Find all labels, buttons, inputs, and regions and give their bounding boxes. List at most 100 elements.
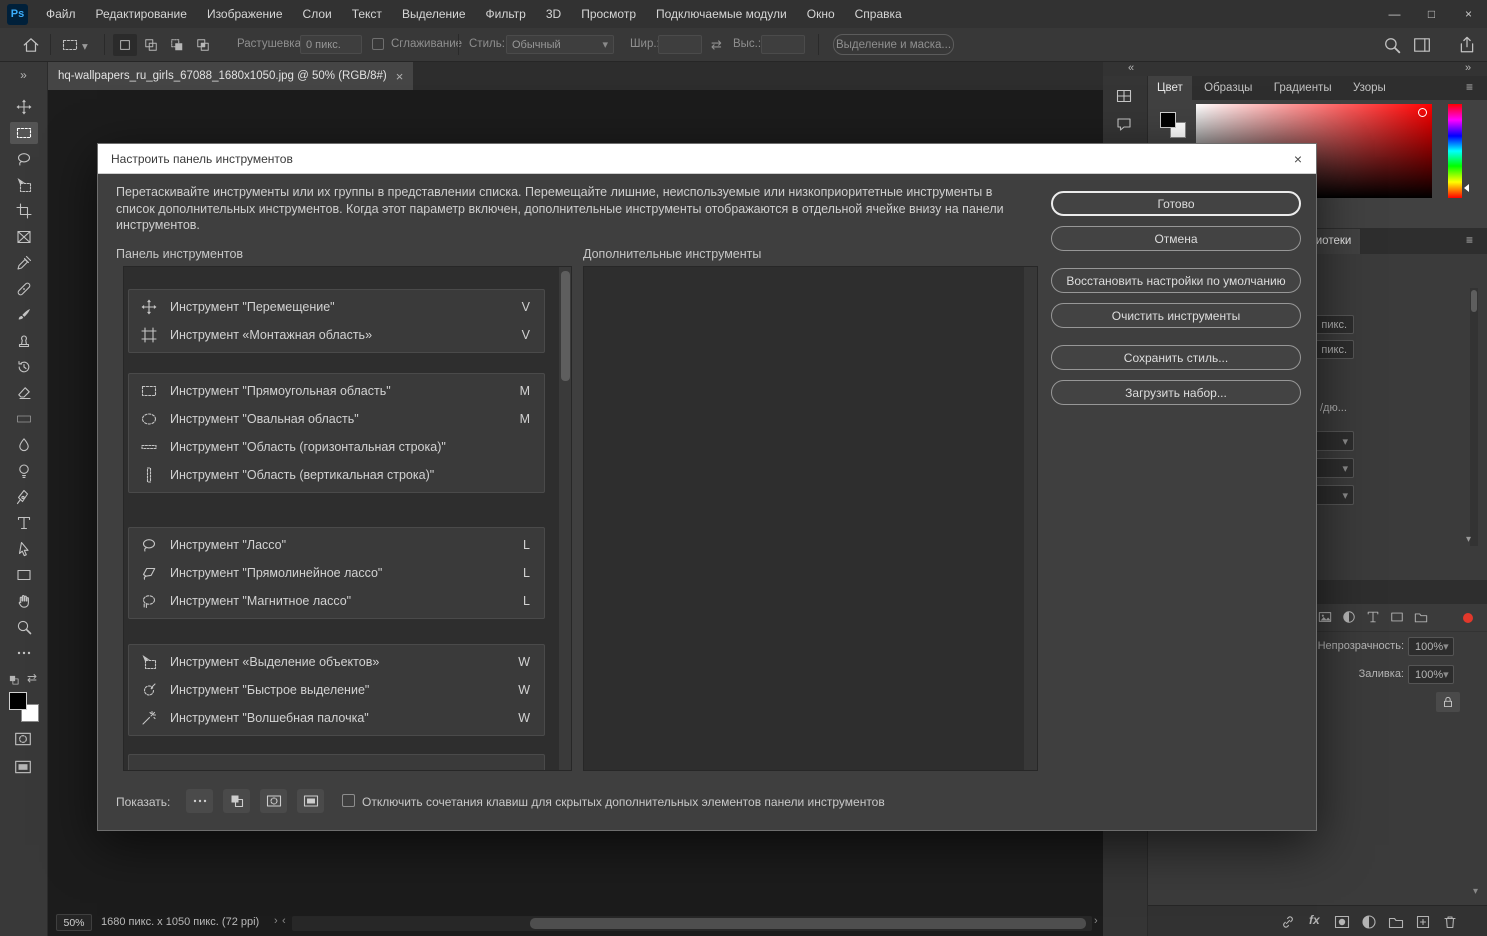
collapse-panels-icon[interactable]: » (1465, 62, 1471, 74)
delete-layer-icon[interactable] (1442, 914, 1458, 930)
pen-tool[interactable] (0, 484, 48, 510)
menu-plugins[interactable]: Подключаемые модули (646, 0, 797, 28)
history-brush-tool[interactable] (0, 354, 48, 380)
antialias-checkbox[interactable] (372, 38, 384, 50)
panel-menu-icon[interactable]: ≡ (1466, 233, 1473, 247)
eyedropper-tool[interactable] (0, 250, 48, 276)
tool-row[interactable]: Инструмент "Область (вертикальная строка… (129, 461, 544, 489)
tool-row[interactable]: Инструмент "Магнитное лассо" L (129, 587, 544, 615)
tool-row[interactable]: Инструмент "Перемещение" V (129, 293, 544, 321)
close-document-icon[interactable]: × (396, 69, 404, 84)
menu-image[interactable]: Изображение (197, 0, 293, 28)
save-preset-button[interactable]: Сохранить стиль... (1051, 345, 1301, 370)
horizontal-scrollbar-thumb[interactable] (530, 918, 1086, 929)
hand-tool[interactable] (0, 588, 48, 614)
show-edit-toolbar-button[interactable] (186, 789, 213, 813)
scroll-down-icon[interactable]: ▾ (1466, 534, 1471, 545)
panel-scrollbar-thumb[interactable] (1471, 290, 1477, 312)
new-layer-icon[interactable] (1415, 914, 1431, 930)
dodge-tool[interactable] (0, 458, 48, 484)
scroll-left-icon[interactable]: ‹ (282, 915, 286, 927)
tool-row[interactable]: Инструмент "Область (горизонтальная стро… (129, 433, 544, 461)
tool-row[interactable]: Инструмент "Прямоугольная область" M (129, 377, 544, 405)
crop-tool[interactable] (0, 198, 48, 224)
rectangular-marquee-tool[interactable] (0, 120, 48, 146)
path-selection-tool[interactable] (0, 536, 48, 562)
swap-dimensions-icon[interactable]: ⇄ (711, 37, 722, 53)
comments-icon[interactable] (1116, 116, 1132, 132)
healing-brush-tool[interactable] (0, 276, 48, 302)
tool-row[interactable]: Инструмент "Прямолинейное лассо" L (129, 559, 544, 587)
blur-tool[interactable] (0, 432, 48, 458)
disable-shortcuts-checkbox[interactable] (342, 794, 355, 807)
adjustment-layer-icon[interactable] (1361, 914, 1377, 930)
foreground-color-swatch[interactable] (9, 692, 27, 710)
tool-preset-chevron-icon[interactable]: ▾ (82, 39, 88, 53)
cancel-button[interactable]: Отмена (1051, 226, 1301, 251)
menu-view[interactable]: Просмотр (571, 0, 646, 28)
screen-mode-icon[interactable] (14, 758, 32, 776)
panel-scrollbar[interactable] (1470, 288, 1478, 546)
share-icon[interactable] (1458, 36, 1476, 54)
document-tab[interactable]: hq-wallpapers_ru_girls_67088_1680x1050.j… (48, 62, 414, 90)
edit-toolbar-icon[interactable] (0, 640, 48, 666)
fill-field[interactable]: 100% ▾ (1408, 665, 1454, 684)
show-quick-mask-button[interactable] (260, 789, 287, 813)
type-tool[interactable] (0, 510, 48, 536)
search-icon[interactable] (1383, 36, 1401, 54)
panel-grid-icon[interactable] (1116, 88, 1132, 104)
menu-help[interactable]: Справка (845, 0, 912, 28)
hue-slider[interactable] (1448, 104, 1462, 198)
opacity-field[interactable]: 100% ▾ (1408, 637, 1454, 656)
scroll-down-icon[interactable]: ▾ (1473, 886, 1478, 897)
filter-adjustment-layers-icon[interactable] (1342, 610, 1356, 624)
tab-color[interactable]: Цвет (1148, 76, 1192, 100)
foreground-background-colors[interactable] (9, 692, 41, 724)
tab-gradients[interactable]: Градиенты (1265, 76, 1341, 100)
tool-preset-icon[interactable] (62, 37, 78, 53)
maximize-button[interactable]: □ (1413, 0, 1450, 28)
menu-layers[interactable]: Слои (293, 0, 342, 28)
tool-row[interactable]: Инструмент "Быстрое выделение" W (129, 676, 544, 704)
eraser-tool[interactable] (0, 380, 48, 406)
load-preset-button[interactable]: Загрузить набор... (1051, 380, 1301, 405)
clear-tools-button[interactable]: Очистить инструменты (1051, 303, 1301, 328)
layer-effects-icon[interactable]: fx (1309, 913, 1320, 927)
filter-type-layers-icon[interactable] (1366, 610, 1380, 624)
filter-shape-layers-icon[interactable] (1390, 610, 1404, 624)
layer-filtering-toggle[interactable] (1463, 613, 1473, 623)
style-dropdown[interactable]: Обычный ▾ (506, 35, 614, 54)
rectangle-tool[interactable] (0, 562, 48, 588)
quick-mask-icon[interactable] (14, 730, 32, 748)
tool-row[interactable]: Инструмент "Волшебная палочка" W (129, 704, 544, 732)
home-icon[interactable] (22, 36, 40, 54)
swap-colors-icon[interactable]: ⇄ (27, 671, 37, 685)
add-layer-mask-icon[interactable] (1334, 914, 1350, 930)
show-color-swatches-button[interactable] (223, 789, 250, 813)
dialog-title-bar[interactable]: Настроить панель инструментов × (98, 144, 1316, 174)
default-colors-icon[interactable] (8, 674, 20, 686)
tool-row[interactable]: Инструмент "Овальная область" M (129, 405, 544, 433)
collapse-toolbar-icon[interactable]: » (0, 62, 47, 88)
add-selection-mode-button[interactable] (139, 34, 163, 56)
height-input[interactable] (761, 35, 805, 54)
horizontal-scrollbar[interactable] (292, 916, 1092, 931)
menu-filter[interactable]: Фильтр (476, 0, 536, 28)
feather-input[interactable]: 0 пикс. (300, 35, 362, 54)
tools-list-scrollbar[interactable] (559, 267, 571, 770)
done-button[interactable]: Готово (1051, 191, 1301, 216)
tool-row[interactable]: Инструмент «Выделение объектов» W (129, 648, 544, 676)
new-group-icon[interactable] (1388, 914, 1404, 930)
restore-defaults-button[interactable]: Восстановить настройки по умолчанию (1051, 268, 1301, 293)
select-and-mask-button[interactable]: Выделение и маска... (833, 34, 954, 55)
scroll-right-icon[interactable]: › (1094, 915, 1098, 927)
width-input[interactable] (658, 35, 702, 54)
foreground-color-swatch[interactable] (1160, 112, 1176, 128)
expand-panels-icon[interactable]: « (1128, 62, 1134, 74)
color-cursor[interactable] (1418, 108, 1427, 117)
tool-row[interactable]: Инструмент «Монтажная область» V (129, 321, 544, 349)
tab-patterns[interactable]: Узоры (1344, 76, 1395, 100)
brush-tool[interactable] (0, 302, 48, 328)
tools-list-scrollbar-thumb[interactable] (561, 271, 570, 381)
status-info-chevron-icon[interactable]: › (274, 915, 278, 927)
